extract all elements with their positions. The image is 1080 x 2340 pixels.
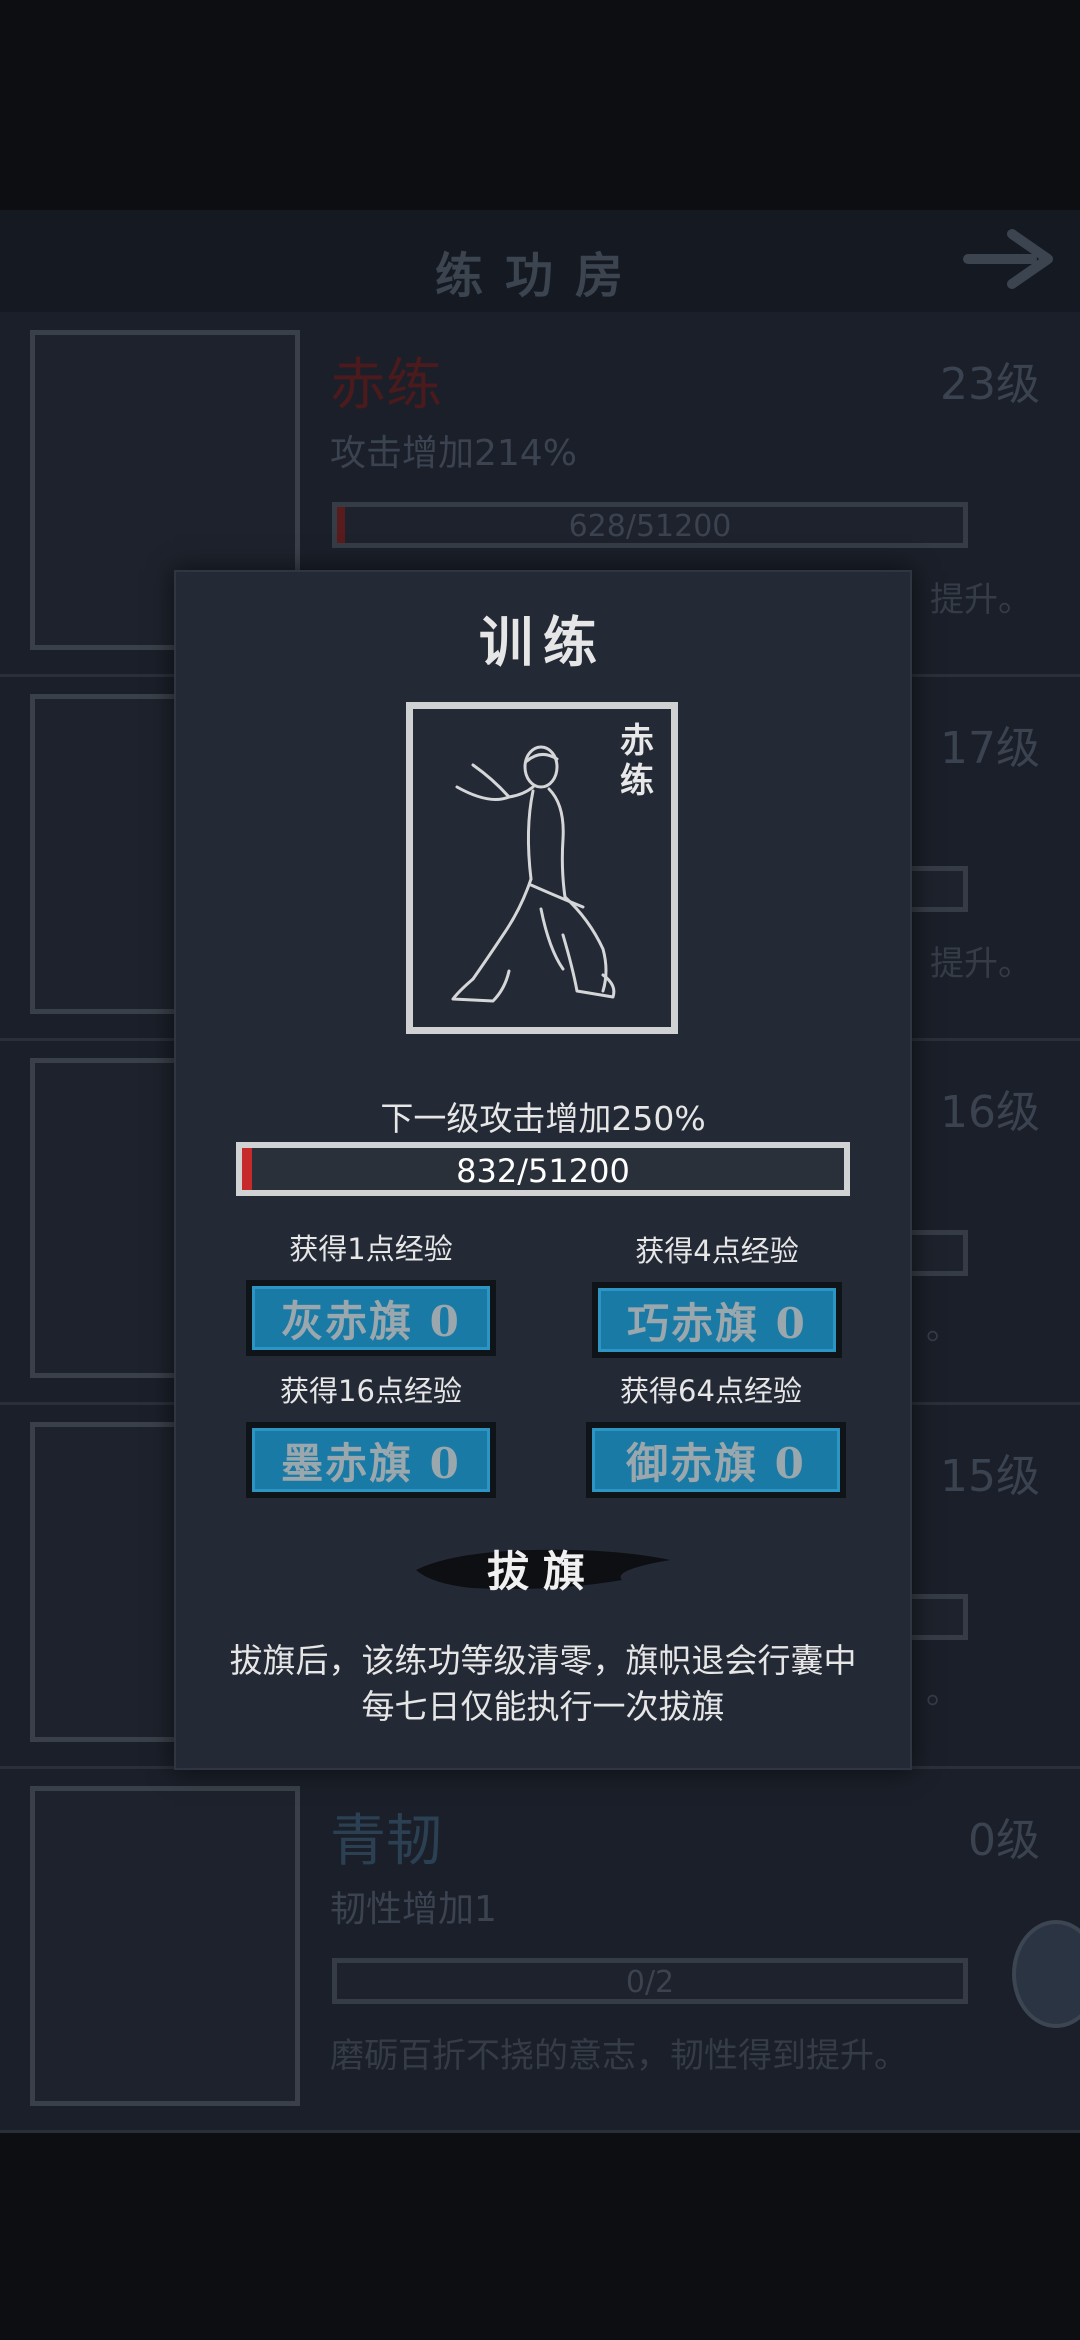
header-bar: 练功房 [0, 210, 1080, 312]
skilled-red-flag-button[interactable]: 巧赤旗 0 [592, 1282, 842, 1358]
training-dialog: 训练 赤练 下一级攻击增加250% 832/51200 获得1点经验 灰赤旗 0… [174, 570, 912, 1770]
technique-progress-bar: 0/2 [332, 1958, 968, 2004]
technique-note: 提升。 [930, 944, 1032, 984]
technique-card[interactable]: 青韧 0级 韧性增加1 0/2 磨砺百折不挠的意志，韧性得到提升。 [0, 1768, 1080, 2133]
flag-exp-label: 获得4点经验 [635, 1234, 799, 1268]
technique-note: 提升。 [930, 580, 1032, 620]
dialog-title: 训练 [479, 610, 607, 674]
flag-option: 获得4点经验 巧赤旗 0 [592, 1228, 842, 1358]
flag-option: 获得1点经验 灰赤旗 0 [246, 1226, 496, 1356]
technique-progress-text: 628/51200 [568, 509, 732, 544]
grey-red-flag-button[interactable]: 灰赤旗 0 [246, 1280, 496, 1356]
ink-red-flag-button[interactable]: 墨赤旗 0 [246, 1422, 496, 1498]
technique-note: 磨砺百折不挠的意志，韧性得到提升。 [330, 2036, 908, 2076]
technique-desc: 攻击增加214% [330, 433, 577, 474]
technique-portrait-large: 赤练 [406, 702, 678, 1034]
technique-note: 。 [926, 1308, 960, 1348]
technique-level: 17级 [940, 723, 1040, 774]
portrait-label: 赤练 [620, 721, 654, 801]
technique-name: 赤练 [330, 353, 442, 418]
pull-flag-notes: 拔旗后，该练功等级清零，旗帜退会行囊中 每七日仅能执行一次拔旗 [176, 1638, 910, 1730]
note-line: 拔旗后，该练功等级清零，旗帜退会行囊中 [229, 1641, 857, 1680]
technique-level: 0级 [968, 1815, 1040, 1866]
technique-desc: 韧性增加1 [330, 1889, 497, 1930]
flag-exp-label: 获得1点经验 [289, 1232, 453, 1266]
flag-option: 获得16点经验 墨赤旗 0 [246, 1368, 496, 1498]
technique-name: 青韧 [330, 1809, 442, 1874]
page-title: 练功房 [434, 248, 645, 304]
flag-exp-label: 获得64点经验 [620, 1374, 802, 1408]
royal-red-flag-button[interactable]: 御赤旗 0 [586, 1422, 846, 1498]
next-level-bonus: 下一级攻击增加250% [380, 1099, 706, 1138]
flag-exp-label: 获得16点经验 [280, 1374, 462, 1408]
technique-portrait [30, 1786, 300, 2106]
arrow-right-icon[interactable] [962, 224, 1058, 294]
exp-progress-bar: 832/51200 [236, 1142, 850, 1196]
technique-level: 16级 [940, 1087, 1040, 1138]
flag-option: 获得64点经验 御赤旗 0 [586, 1368, 846, 1498]
pull-flag-button[interactable]: 拔旗 [412, 1530, 674, 1600]
pull-flag-label: 拔旗 [486, 1547, 599, 1596]
technique-level: 23级 [940, 359, 1040, 410]
technique-level: 15级 [940, 1451, 1040, 1502]
technique-progress-bar: 628/51200 [332, 502, 968, 548]
technique-note: 。 [926, 1672, 960, 1712]
technique-progress-text: 0/2 [625, 1965, 675, 2000]
exp-progress-text: 832/51200 [456, 1152, 630, 1190]
note-line: 每七日仅能执行一次拔旗 [361, 1687, 725, 1726]
